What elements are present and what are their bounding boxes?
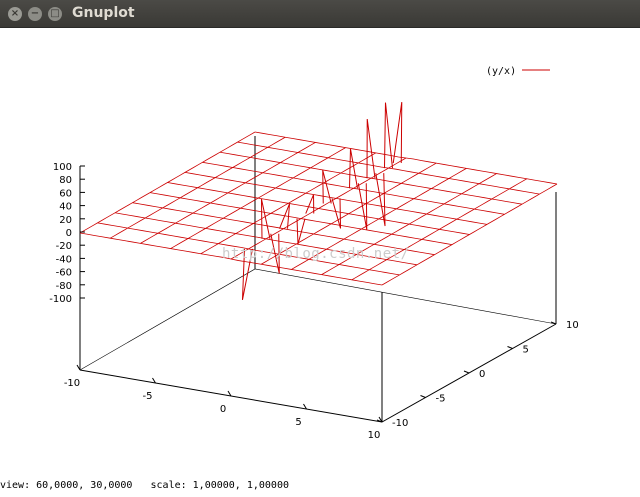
maximize-icon[interactable]: □ (48, 7, 62, 21)
surface-spike (366, 118, 376, 179)
surface-spike (392, 102, 403, 164)
mesh-line-y (202, 161, 505, 215)
mesh-line-y (219, 151, 523, 205)
z-tick-label: -80 (56, 281, 72, 292)
surface-spike (260, 198, 271, 239)
mesh-line-y (254, 131, 558, 185)
title-bar: × − □ Gnuplot (0, 0, 640, 28)
z-tick-label: -20 (56, 241, 72, 252)
watermark-text: http://blog.csdn.net/ (222, 246, 410, 262)
y-tick-mark (420, 395, 426, 398)
close-icon[interactable]: × (8, 7, 22, 21)
x-tick-label: -10 (64, 378, 80, 389)
z-tick-label: -60 (56, 268, 72, 279)
surface-spike (322, 170, 332, 204)
status-bar: view: 60,0000, 30,0000 scale: 1,00000, 1… (0, 480, 289, 491)
minimize-icon[interactable]: − (28, 7, 42, 21)
window-title: Gnuplot (72, 5, 135, 21)
z-tick-label: -40 (56, 254, 72, 265)
z-tick-label: 100 (53, 162, 72, 173)
box-bottom-back-edge (79, 268, 557, 371)
y-tick-label: -5 (436, 394, 446, 405)
surface-spike (349, 148, 358, 189)
x-tick-label: -5 (143, 391, 153, 402)
mesh-line-y (184, 172, 488, 225)
z-tick-label: 0 (66, 228, 72, 239)
y-tick-label: 10 (566, 320, 579, 331)
y-tick-mark (463, 370, 470, 374)
surface-spike (384, 102, 393, 169)
legend-label: (y/x) (486, 66, 516, 77)
z-tick-label: 20 (59, 215, 72, 226)
mesh-line-y (167, 182, 470, 235)
y-tick-mark (507, 346, 513, 349)
legend: (y/x) (486, 66, 550, 77)
z-tick-label: 40 (59, 202, 72, 213)
surface-mesh (79, 131, 558, 286)
x-tick-label: 5 (295, 417, 301, 428)
x-tick-label: 0 (220, 404, 226, 415)
surface-spikes (241, 102, 403, 300)
z-tick-label: 60 (59, 188, 72, 199)
surface-spike (305, 194, 315, 214)
mesh-line-y (237, 141, 540, 195)
z-tick-label: -100 (49, 294, 72, 305)
y-tick-label: 5 (523, 345, 529, 356)
x-tick-label: 10 (368, 430, 381, 441)
z-tick-label: 80 (59, 175, 72, 186)
y-tick-label: -10 (392, 418, 408, 429)
mesh-line-y (149, 192, 453, 245)
y-tick-label: 0 (479, 369, 485, 380)
